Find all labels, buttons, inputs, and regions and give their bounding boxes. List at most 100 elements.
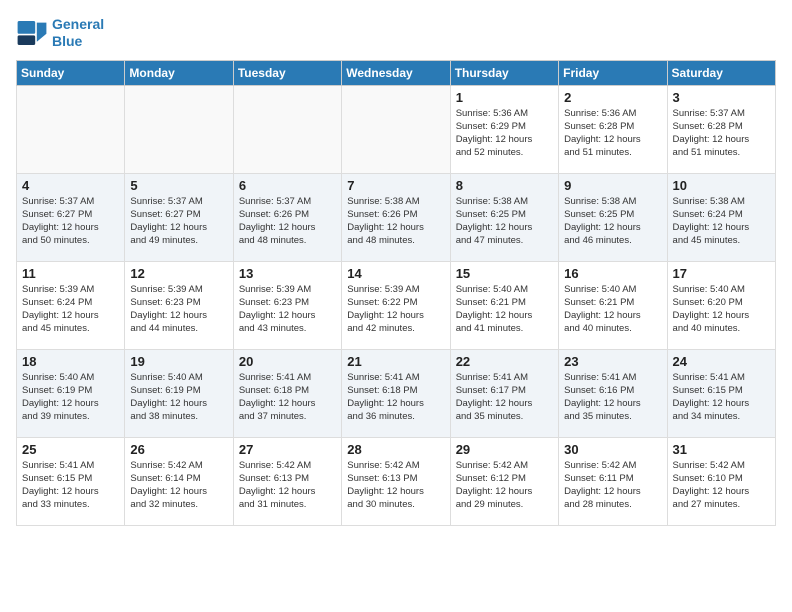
day-number: 16	[564, 266, 661, 281]
day-info: Sunrise: 5:38 AMSunset: 6:26 PMDaylight:…	[347, 195, 444, 248]
day-number: 28	[347, 442, 444, 457]
day-info: Sunrise: 5:40 AMSunset: 6:21 PMDaylight:…	[456, 283, 553, 336]
day-info: Sunrise: 5:39 AMSunset: 6:24 PMDaylight:…	[22, 283, 119, 336]
day-info: Sunrise: 5:42 AMSunset: 6:13 PMDaylight:…	[347, 459, 444, 512]
day-info: Sunrise: 5:37 AMSunset: 6:27 PMDaylight:…	[22, 195, 119, 248]
day-number: 11	[22, 266, 119, 281]
calendar-body: 1 Sunrise: 5:36 AMSunset: 6:29 PMDaylight…	[17, 85, 776, 525]
day-info: Sunrise: 5:41 AMSunset: 6:16 PMDaylight:…	[564, 371, 661, 424]
day-number: 14	[347, 266, 444, 281]
calendar-cell: 1 Sunrise: 5:36 AMSunset: 6:29 PMDaylight…	[450, 85, 558, 173]
calendar-cell	[233, 85, 341, 173]
calendar-cell: 31 Sunrise: 5:42 AMSunset: 6:10 PMDayligh…	[667, 437, 775, 525]
calendar-cell: 10 Sunrise: 5:38 AMSunset: 6:24 PMDayligh…	[667, 173, 775, 261]
calendar-cell: 3 Sunrise: 5:37 AMSunset: 6:28 PMDaylight…	[667, 85, 775, 173]
calendar-cell: 13Sunrise: 5:39 AMSunset: 6:23 PMDayligh…	[233, 261, 341, 349]
calendar-cell: 19 Sunrise: 5:40 AMSunset: 6:19 PMDayligh…	[125, 349, 233, 437]
calendar-cell	[125, 85, 233, 173]
day-info: Sunrise: 5:41 AMSunset: 6:17 PMDaylight:…	[456, 371, 553, 424]
calendar-cell: 2 Sunrise: 5:36 AMSunset: 6:28 PMDaylight…	[559, 85, 667, 173]
day-number: 13	[239, 266, 336, 281]
day-number: 4	[22, 178, 119, 193]
day-number: 2	[564, 90, 661, 105]
calendar-cell: 15Sunrise: 5:40 AMSunset: 6:21 PMDayligh…	[450, 261, 558, 349]
day-number: 10	[673, 178, 770, 193]
calendar-cell: 21Sunrise: 5:41 AMSunset: 6:18 PMDayligh…	[342, 349, 450, 437]
week-row-3: 11 Sunrise: 5:39 AMSunset: 6:24 PMDayligh…	[17, 261, 776, 349]
week-row-2: 4 Sunrise: 5:37 AMSunset: 6:27 PMDaylight…	[17, 173, 776, 261]
day-info: Sunrise: 5:38 AMSunset: 6:25 PMDaylight:…	[564, 195, 661, 248]
calendar-cell: 8 Sunrise: 5:38 AMSunset: 6:25 PMDaylight…	[450, 173, 558, 261]
calendar-cell: 30 Sunrise: 5:42 AMSunset: 6:11 PMDayligh…	[559, 437, 667, 525]
weekday-header-thursday: Thursday	[450, 60, 558, 85]
day-info: Sunrise: 5:42 AMSunset: 6:10 PMDaylight:…	[673, 459, 770, 512]
day-info: Sunrise: 5:38 AMSunset: 6:25 PMDaylight:…	[456, 195, 553, 248]
calendar-cell	[17, 85, 125, 173]
day-number: 27	[239, 442, 336, 457]
day-info: Sunrise: 5:37 AMSunset: 6:26 PMDaylight:…	[239, 195, 336, 248]
day-number: 17	[673, 266, 770, 281]
day-info: Sunrise: 5:40 AMSunset: 6:20 PMDaylight:…	[673, 283, 770, 336]
calendar-cell: 5Sunrise: 5:37 AMSunset: 6:27 PMDaylight…	[125, 173, 233, 261]
calendar-cell	[342, 85, 450, 173]
calendar-cell: 26 Sunrise: 5:42 AMSunset: 6:14 PMDayligh…	[125, 437, 233, 525]
calendar-cell: 28 Sunrise: 5:42 AMSunset: 6:13 PMDayligh…	[342, 437, 450, 525]
day-info: Sunrise: 5:42 AMSunset: 6:13 PMDaylight:…	[239, 459, 336, 512]
day-info: Sunrise: 5:41 AMSunset: 6:15 PMDaylight:…	[22, 459, 119, 512]
calendar-cell: 14 Sunrise: 5:39 AMSunset: 6:22 PMDayligh…	[342, 261, 450, 349]
calendar-cell: 4 Sunrise: 5:37 AMSunset: 6:27 PMDaylight…	[17, 173, 125, 261]
day-number: 7	[347, 178, 444, 193]
day-number: 1	[456, 90, 553, 105]
day-info: Sunrise: 5:42 AMSunset: 6:12 PMDaylight:…	[456, 459, 553, 512]
calendar-cell: 22Sunrise: 5:41 AMSunset: 6:17 PMDayligh…	[450, 349, 558, 437]
day-info: Sunrise: 5:40 AMSunset: 6:19 PMDaylight:…	[22, 371, 119, 424]
calendar-cell: 25 Sunrise: 5:41 AMSunset: 6:15 PMDayligh…	[17, 437, 125, 525]
day-number: 18	[22, 354, 119, 369]
day-info: Sunrise: 5:37 AMSunset: 6:28 PMDaylight:…	[673, 107, 770, 160]
day-info: Sunrise: 5:42 AMSunset: 6:14 PMDaylight:…	[130, 459, 227, 512]
day-info: Sunrise: 5:40 AMSunset: 6:19 PMDaylight:…	[130, 371, 227, 424]
day-info: Sunrise: 5:37 AMSunset: 6:27 PMDaylight:…	[130, 195, 227, 248]
day-number: 8	[456, 178, 553, 193]
day-number: 31	[673, 442, 770, 457]
day-info: Sunrise: 5:36 AMSunset: 6:28 PMDaylight:…	[564, 107, 661, 160]
weekday-row: SundayMondayTuesdayWednesdayThursdayFrid…	[17, 60, 776, 85]
day-info: Sunrise: 5:42 AMSunset: 6:11 PMDaylight:…	[564, 459, 661, 512]
logo: General Blue	[16, 16, 104, 50]
weekday-header-friday: Friday	[559, 60, 667, 85]
day-number: 30	[564, 442, 661, 457]
day-info: Sunrise: 5:39 AMSunset: 6:22 PMDaylight:…	[347, 283, 444, 336]
weekday-header-wednesday: Wednesday	[342, 60, 450, 85]
calendar-header: SundayMondayTuesdayWednesdayThursdayFrid…	[17, 60, 776, 85]
calendar-table: SundayMondayTuesdayWednesdayThursdayFrid…	[16, 60, 776, 526]
day-number: 20	[239, 354, 336, 369]
day-number: 24	[673, 354, 770, 369]
day-info: Sunrise: 5:40 AMSunset: 6:21 PMDaylight:…	[564, 283, 661, 336]
calendar-cell: 12 Sunrise: 5:39 AMSunset: 6:23 PMDayligh…	[125, 261, 233, 349]
weekday-header-sunday: Sunday	[17, 60, 125, 85]
day-number: 3	[673, 90, 770, 105]
calendar-cell: 18 Sunrise: 5:40 AMSunset: 6:19 PMDayligh…	[17, 349, 125, 437]
calendar-cell: 23Sunrise: 5:41 AMSunset: 6:16 PMDayligh…	[559, 349, 667, 437]
weekday-header-monday: Monday	[125, 60, 233, 85]
day-number: 26	[130, 442, 227, 457]
calendar-cell: 24 Sunrise: 5:41 AMSunset: 6:15 PMDayligh…	[667, 349, 775, 437]
day-info: Sunrise: 5:38 AMSunset: 6:24 PMDaylight:…	[673, 195, 770, 248]
calendar-cell: 9 Sunrise: 5:38 AMSunset: 6:25 PMDaylight…	[559, 173, 667, 261]
day-info: Sunrise: 5:36 AMSunset: 6:29 PMDaylight:…	[456, 107, 553, 160]
logo-text: General Blue	[52, 16, 104, 50]
calendar-cell: 16 Sunrise: 5:40 AMSunset: 6:21 PMDayligh…	[559, 261, 667, 349]
day-info: Sunrise: 5:41 AMSunset: 6:15 PMDaylight:…	[673, 371, 770, 424]
day-number: 12	[130, 266, 227, 281]
calendar-cell: 6 Sunrise: 5:37 AMSunset: 6:26 PMDaylight…	[233, 173, 341, 261]
calendar-cell: 27 Sunrise: 5:42 AMSunset: 6:13 PMDayligh…	[233, 437, 341, 525]
day-number: 25	[22, 442, 119, 457]
day-number: 6	[239, 178, 336, 193]
week-row-1: 1 Sunrise: 5:36 AMSunset: 6:29 PMDaylight…	[17, 85, 776, 173]
day-info: Sunrise: 5:39 AMSunset: 6:23 PMDaylight:…	[130, 283, 227, 336]
day-number: 19	[130, 354, 227, 369]
calendar-cell: 17 Sunrise: 5:40 AMSunset: 6:20 PMDayligh…	[667, 261, 775, 349]
calendar-cell: 29 Sunrise: 5:42 AMSunset: 6:12 PMDayligh…	[450, 437, 558, 525]
day-number: 9	[564, 178, 661, 193]
day-number: 29	[456, 442, 553, 457]
